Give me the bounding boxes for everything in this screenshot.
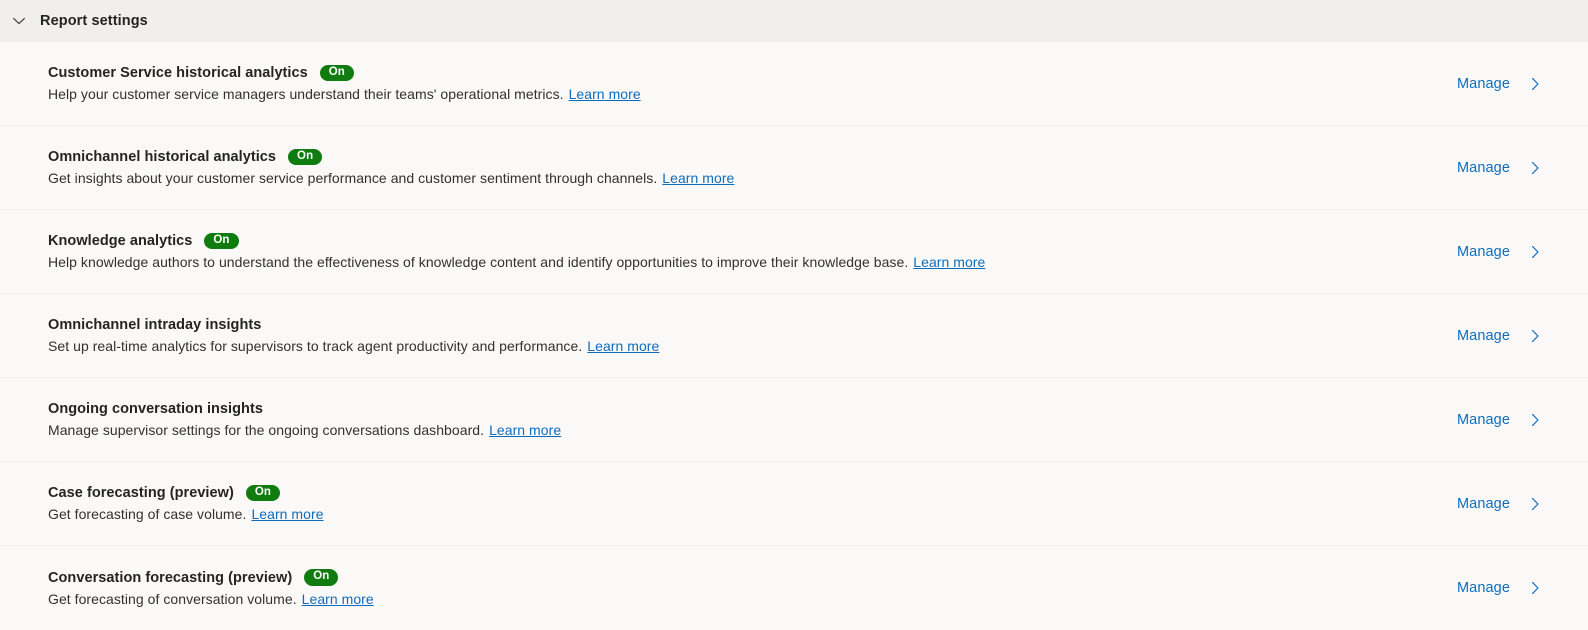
status-badge: On bbox=[288, 148, 323, 166]
row-description-text: Get forecasting of case volume. bbox=[48, 506, 247, 523]
row-description: Manage supervisor settings for the ongoi… bbox=[48, 422, 1457, 438]
row-description-text: Set up real-time analytics for superviso… bbox=[48, 338, 583, 354]
table-row[interactable]: Knowledge analytics On Help knowledge au… bbox=[0, 210, 1588, 294]
row-description-text: Get forecasting of conversation volume. bbox=[48, 590, 297, 607]
manage-button[interactable]: Manage bbox=[1457, 495, 1564, 513]
status-badge: On bbox=[245, 484, 281, 502]
row-content: Omnichannel historical analytics On Get … bbox=[48, 148, 1457, 186]
row-title-line: Ongoing conversation insights bbox=[48, 401, 1457, 417]
chevron-right-icon bbox=[1526, 159, 1544, 177]
table-row[interactable]: Customer Service historical analytics On… bbox=[0, 42, 1588, 126]
row-content: Ongoing conversation insights Manage sup… bbox=[48, 401, 1457, 438]
manage-label: Manage bbox=[1457, 327, 1510, 344]
row-title: Omnichannel intraday insights bbox=[48, 317, 262, 333]
row-description-text: Get insights about your customer service… bbox=[48, 170, 658, 187]
manage-label: Manage bbox=[1457, 159, 1510, 176]
page-title: Report settings bbox=[40, 13, 148, 29]
manage-label: Manage bbox=[1457, 495, 1510, 512]
row-description: Get insights about your customer service… bbox=[48, 170, 1457, 186]
learn-more-link[interactable]: Learn more bbox=[251, 506, 323, 522]
manage-label: Manage bbox=[1457, 75, 1510, 92]
chevron-right-icon bbox=[1526, 327, 1544, 345]
chevron-right-icon bbox=[1526, 495, 1544, 513]
row-title-line: Omnichannel historical analytics On bbox=[48, 148, 1457, 166]
manage-label: Manage bbox=[1457, 411, 1510, 428]
manage-button[interactable]: Manage bbox=[1457, 75, 1564, 93]
row-title-line: Omnichannel intraday insights bbox=[48, 317, 1457, 333]
learn-more-link[interactable]: Learn more bbox=[302, 591, 374, 607]
row-title: Ongoing conversation insights bbox=[48, 401, 263, 417]
table-row[interactable]: Omnichannel historical analytics On Get … bbox=[0, 126, 1588, 210]
learn-more-link[interactable]: Learn more bbox=[662, 170, 734, 186]
table-row[interactable]: Conversation forecasting (preview) On Ge… bbox=[0, 546, 1588, 630]
manage-button[interactable]: Manage bbox=[1457, 411, 1564, 429]
row-description: Get forecasting of conversation volume. L… bbox=[48, 591, 1457, 607]
status-badge: On bbox=[304, 569, 339, 586]
manage-button[interactable]: Manage bbox=[1457, 159, 1564, 177]
row-description: Get forecasting of case volume. Learn mor… bbox=[48, 506, 1457, 522]
row-title-line: Customer Service historical analytics On bbox=[48, 64, 1457, 82]
row-title-line: Case forecasting (preview) On bbox=[48, 484, 1457, 502]
row-description-text: Help knowledge authors to understand the… bbox=[48, 254, 909, 271]
row-title: Case forecasting (preview) bbox=[48, 485, 234, 501]
row-title-line: Knowledge analytics On bbox=[48, 232, 1457, 250]
manage-button[interactable]: Manage bbox=[1457, 327, 1564, 345]
row-content: Conversation forecasting (preview) On Ge… bbox=[48, 569, 1457, 607]
row-title: Conversation forecasting (preview) bbox=[48, 569, 293, 586]
row-title: Omnichannel historical analytics bbox=[48, 149, 277, 165]
row-description: Help knowledge authors to understand the… bbox=[48, 254, 1457, 270]
row-content: Case forecasting (preview) On Get foreca… bbox=[48, 484, 1457, 522]
chevron-right-icon bbox=[1526, 411, 1544, 429]
chevron-right-icon bbox=[1526, 75, 1544, 93]
row-title-line: Conversation forecasting (preview) On bbox=[48, 569, 1457, 586]
chevron-down-icon[interactable] bbox=[8, 10, 30, 32]
row-description-text: Help your customer service managers unde… bbox=[48, 86, 564, 103]
learn-more-link[interactable]: Learn more bbox=[587, 338, 659, 354]
status-badge: On bbox=[204, 232, 239, 250]
learn-more-link[interactable]: Learn more bbox=[489, 422, 561, 438]
row-title: Knowledge analytics bbox=[48, 233, 193, 249]
row-content: Knowledge analytics On Help knowledge au… bbox=[48, 232, 1457, 270]
chevron-right-icon bbox=[1526, 579, 1544, 597]
table-row[interactable]: Ongoing conversation insights Manage sup… bbox=[0, 378, 1588, 462]
report-settings-list: Customer Service historical analytics On… bbox=[0, 42, 1588, 630]
row-content: Omnichannel intraday insights Set up rea… bbox=[48, 317, 1457, 354]
row-content: Customer Service historical analytics On… bbox=[48, 64, 1457, 102]
report-settings-header[interactable]: Report settings bbox=[0, 0, 1588, 42]
row-description: Set up real-time analytics for superviso… bbox=[48, 338, 1457, 354]
manage-button[interactable]: Manage bbox=[1457, 243, 1564, 261]
learn-more-link[interactable]: Learn more bbox=[913, 254, 985, 270]
learn-more-link[interactable]: Learn more bbox=[569, 86, 641, 102]
manage-button[interactable]: Manage bbox=[1457, 579, 1564, 597]
manage-label: Manage bbox=[1457, 243, 1510, 260]
row-title: Customer Service historical analytics bbox=[48, 65, 308, 81]
row-description: Help your customer service managers unde… bbox=[48, 86, 1457, 102]
chevron-right-icon bbox=[1526, 243, 1544, 261]
table-row[interactable]: Case forecasting (preview) On Get foreca… bbox=[0, 462, 1588, 546]
status-badge: On bbox=[319, 64, 354, 82]
manage-label: Manage bbox=[1457, 580, 1510, 596]
table-row[interactable]: Omnichannel intraday insights Set up rea… bbox=[0, 294, 1588, 378]
row-description-text: Manage supervisor settings for the ongoi… bbox=[48, 422, 485, 438]
